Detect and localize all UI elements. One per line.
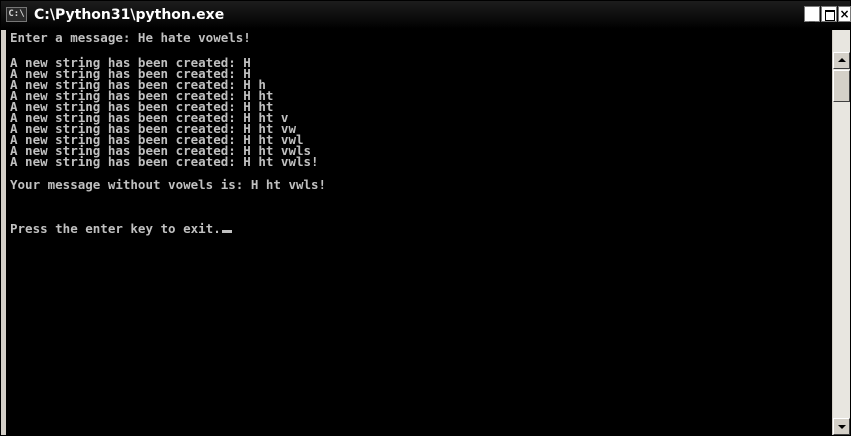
arrow-up-icon <box>838 58 846 62</box>
title-bar[interactable]: C:\ C:\Python31\python.exe _ × <box>1 1 851 30</box>
arrow-down-icon <box>838 425 846 429</box>
console-line: Enter a message: He hate vowels! <box>10 30 251 45</box>
vertical-scrollbar[interactable] <box>833 30 850 435</box>
scroll-up-button[interactable] <box>833 52 850 69</box>
console-line: A new string has been created: H ht vwls… <box>10 154 319 169</box>
scrollbar-thumb[interactable] <box>833 70 850 102</box>
scroll-down-button[interactable] <box>833 418 850 435</box>
console-window: C:\ C:\Python31\python.exe _ × Enter a m… <box>0 0 851 436</box>
window-title: C:\Python31\python.exe <box>34 7 225 23</box>
close-icon: × <box>839 7 850 21</box>
console-line: Press the enter key to exit. <box>10 222 232 236</box>
maximize-icon <box>825 10 835 21</box>
console-output[interactable]: Enter a message: He hate vowels! A new s… <box>6 30 832 435</box>
minimize-button[interactable]: _ <box>804 6 820 23</box>
console-window-icon[interactable]: C:\ <box>6 7 27 22</box>
prompt-text: Press the enter key to exit. <box>10 221 221 236</box>
console-line: Your message without vowels is: H ht vwl… <box>10 177 327 192</box>
close-button[interactable]: × <box>838 6 851 22</box>
text-cursor <box>221 230 232 233</box>
maximize-button[interactable] <box>821 6 837 22</box>
minimize-icon: _ <box>809 9 815 23</box>
